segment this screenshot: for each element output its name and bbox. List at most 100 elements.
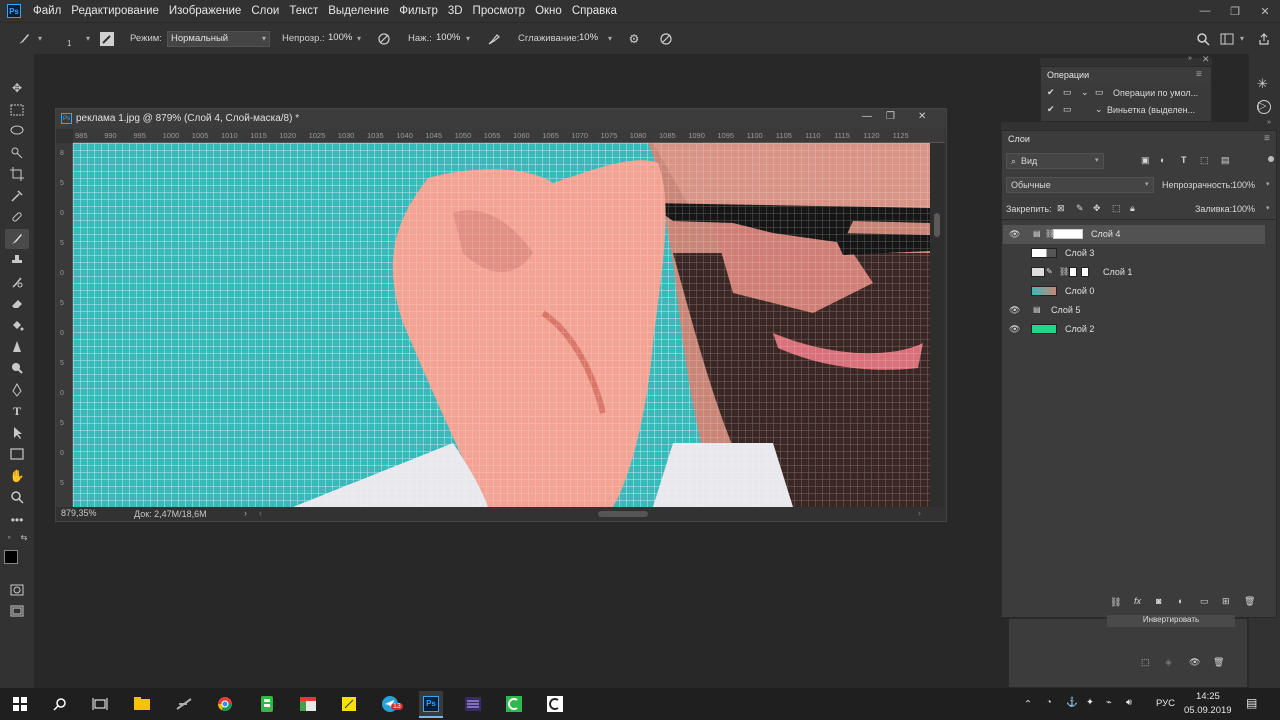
adjustment-layer-icon[interactable]: ◐ bbox=[1178, 596, 1183, 606]
menu-filter[interactable]: Фильтр bbox=[399, 5, 438, 17]
horizontal-scrollbar[interactable] bbox=[598, 511, 648, 517]
chevron-right-icon[interactable]: › bbox=[244, 508, 247, 518]
layer-filter-select[interactable]: ⌕ Вид ▾ bbox=[1006, 153, 1104, 169]
layer-name[interactable]: Слой 0 bbox=[1065, 286, 1094, 296]
eraser-tool-icon[interactable] bbox=[5, 293, 29, 313]
flow-input[interactable]: 100% bbox=[433, 31, 463, 47]
operation-name[interactable]: Виньетка (выделен... bbox=[1107, 105, 1195, 115]
chevron-down-icon[interactable]: ▾ bbox=[86, 34, 90, 43]
operations-set-name[interactable]: Операции по умол... bbox=[1113, 88, 1198, 98]
link-icon[interactable]: ⛓ bbox=[1059, 267, 1069, 276]
layer-row[interactable]: 👁︎ ▤ ⛓ Слой 4 bbox=[1003, 225, 1265, 244]
doc-minimize-button[interactable]: — bbox=[862, 111, 872, 122]
trash-icon[interactable]: 🗑︎ bbox=[1213, 657, 1224, 668]
chevron-left-icon[interactable]: ‹ bbox=[259, 508, 262, 518]
menu-help[interactable]: Справка bbox=[572, 5, 617, 17]
invert-button[interactable]: Инвертировать bbox=[1107, 615, 1235, 627]
mode-select[interactable]: Нормальный ▾ bbox=[167, 31, 270, 47]
task-view-icon[interactable] bbox=[88, 693, 112, 715]
restore-button[interactable]: ❐ bbox=[1220, 0, 1250, 22]
new-group-icon[interactable]: ▭ bbox=[1200, 596, 1209, 607]
close-panel-icon[interactable]: ✕ bbox=[1202, 54, 1210, 65]
app-icon[interactable] bbox=[172, 693, 196, 715]
blend-mode-select[interactable]: Обычные ▾ bbox=[1006, 177, 1154, 193]
app-icon[interactable] bbox=[502, 693, 526, 715]
foreground-color-swatch[interactable] bbox=[4, 550, 18, 564]
layer-name[interactable]: Слой 5 bbox=[1051, 305, 1080, 315]
trash-icon[interactable]: 🗑︎ bbox=[1244, 596, 1255, 607]
filter-pixel-icon[interactable]: ▣ bbox=[1141, 155, 1150, 166]
chevron-down-icon[interactable]: ▾ bbox=[466, 34, 470, 43]
image-canvas[interactable] bbox=[73, 143, 930, 507]
file-explorer-icon[interactable] bbox=[130, 693, 154, 715]
paint-bucket-tool-icon[interactable] bbox=[5, 315, 29, 335]
share-icon[interactable] bbox=[1256, 31, 1272, 47]
crop-tool-icon[interactable] bbox=[5, 164, 29, 184]
close-button[interactable]: ✕ bbox=[1250, 0, 1280, 22]
type-tool-icon[interactable]: T bbox=[5, 401, 29, 421]
chevron-right-icon[interactable]: › bbox=[918, 508, 921, 518]
layer-row[interactable]: ✎ ⛓ Слой 1 bbox=[1003, 263, 1265, 282]
lock-position-icon[interactable]: ✥ bbox=[1093, 203, 1101, 214]
panel-menu-icon[interactable]: ≡ bbox=[1264, 133, 1270, 144]
lasso-tool-icon[interactable] bbox=[5, 121, 29, 141]
filter-smart-object-icon[interactable]: ▤ bbox=[1221, 155, 1230, 166]
app-icon[interactable] bbox=[296, 693, 320, 715]
minimize-button[interactable]: — bbox=[1190, 0, 1220, 22]
check-icon[interactable]: ✔ bbox=[1047, 87, 1055, 98]
layer-thumbnail[interactable] bbox=[1031, 286, 1057, 296]
move-tool-icon[interactable]: ✥ bbox=[5, 78, 29, 98]
view-previous-icon[interactable]: ◈ bbox=[1165, 657, 1172, 668]
layer-opacity-input[interactable]: 100% bbox=[1232, 180, 1255, 190]
layer-name[interactable]: Слой 4 bbox=[1091, 229, 1120, 239]
history-brush-tool-icon[interactable] bbox=[5, 272, 29, 292]
rectangle-tool-icon[interactable] bbox=[5, 444, 29, 464]
brush-tool-icon[interactable] bbox=[16, 31, 32, 47]
smoothing-input[interactable]: 10% bbox=[576, 31, 606, 47]
eye-icon[interactable]: 👁︎ bbox=[1189, 657, 1200, 668]
tray-app-icon[interactable]: ◔ bbox=[1046, 697, 1052, 708]
add-mask-icon[interactable]: ◙ bbox=[1156, 596, 1161, 606]
screen-mode-icon[interactable] bbox=[5, 601, 29, 621]
scroll-thumb[interactable] bbox=[934, 213, 940, 237]
layer-thumbnail[interactable] bbox=[1031, 267, 1045, 277]
layer-fill-input[interactable]: 100% bbox=[1232, 204, 1255, 214]
layer-mask-thumbnail[interactable] bbox=[1069, 267, 1077, 277]
eye-icon[interactable]: 👁︎ bbox=[1009, 229, 1021, 239]
eye-icon[interactable]: 👁︎ bbox=[1009, 305, 1021, 315]
gear-icon[interactable]: ⚙ bbox=[626, 31, 642, 47]
lock-artboard-icon[interactable]: ⬚ bbox=[1112, 203, 1121, 214]
filter-shape-icon[interactable]: ⬚ bbox=[1200, 155, 1209, 166]
dodge-tool-icon[interactable] bbox=[5, 358, 29, 378]
app-icon[interactable] bbox=[461, 693, 485, 715]
check-icon[interactable]: ✔ bbox=[1047, 104, 1055, 115]
collapse-icon[interactable]: » bbox=[1188, 55, 1192, 62]
menu-file[interactable]: Файл bbox=[33, 5, 61, 17]
menu-image[interactable]: Изображение bbox=[169, 5, 241, 17]
layer-mask-thumbnail[interactable] bbox=[1053, 229, 1083, 239]
layer-row[interactable]: 👁︎ ▤ Слой 5 bbox=[1003, 301, 1265, 320]
windows-start-icon[interactable] bbox=[8, 693, 32, 715]
doc-restore-button[interactable]: ❐ bbox=[886, 111, 895, 122]
tray-show-hidden-icon[interactable]: ⌃ bbox=[1024, 699, 1032, 710]
layer-thumbnail[interactable] bbox=[1031, 324, 1057, 334]
chevron-down-icon[interactable]: ⌄ bbox=[1081, 87, 1089, 98]
chevron-down-icon[interactable]: ▾ bbox=[357, 34, 361, 43]
chrome-icon[interactable] bbox=[213, 693, 237, 715]
chevron-down-icon[interactable]: ▾ bbox=[1266, 204, 1270, 212]
tray-app-icon[interactable]: ⚓ bbox=[1066, 697, 1078, 708]
tab-operations[interactable]: Операции bbox=[1041, 67, 1096, 83]
eyedropper-tool-icon[interactable] bbox=[5, 186, 29, 206]
path-selection-tool-icon[interactable] bbox=[5, 423, 29, 443]
adjustments-icon[interactable]: ✳ bbox=[1257, 76, 1268, 92]
fx-icon[interactable]: fx bbox=[1134, 596, 1141, 606]
info-icon[interactable] bbox=[1257, 100, 1271, 114]
zoom-level[interactable]: 879,35% bbox=[61, 508, 97, 518]
lock-transparent-icon[interactable]: ⊠ bbox=[1057, 203, 1065, 214]
clone-stamp-tool-icon[interactable] bbox=[5, 250, 29, 270]
chevron-down-icon[interactable]: ▾ bbox=[1266, 180, 1270, 188]
layer-mask-thumbnail[interactable] bbox=[1081, 267, 1089, 277]
lock-all-icon[interactable]: 🔒︎ bbox=[1130, 203, 1135, 214]
clock-time[interactable]: 14:25 bbox=[1196, 691, 1220, 702]
search-icon[interactable] bbox=[1195, 31, 1211, 47]
